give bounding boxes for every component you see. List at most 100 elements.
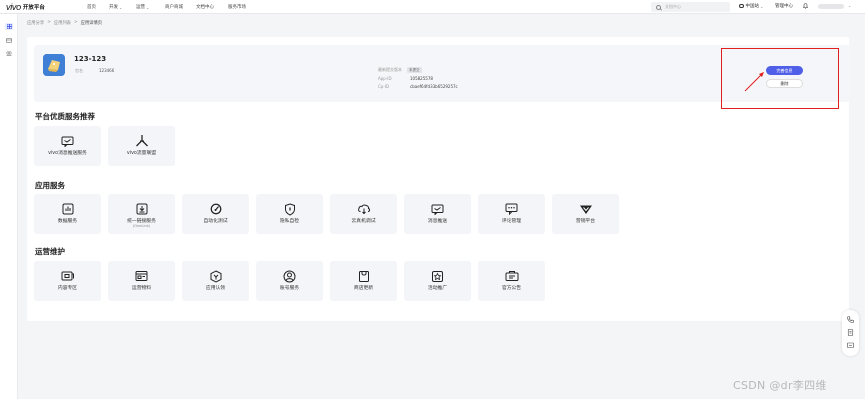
tile-label: 活动推广 (427, 286, 448, 291)
complete-info-button[interactable]: 完善信息 (766, 66, 803, 75)
tile-label: vivo消息推送服务 (48, 151, 87, 156)
chevron-down-icon: ⌄ (146, 4, 150, 10)
search-input[interactable]: 文档中心 (651, 2, 730, 12)
nav-label: 运营 (136, 5, 145, 10)
gauge-icon (209, 202, 223, 216)
nav-develop[interactable]: 开发 ⌄ (109, 4, 123, 11)
service-tile-marketing[interactable]: 营销平台 (552, 194, 619, 234)
left-rail (0, 14, 18, 399)
comment-icon (505, 202, 519, 216)
meta-key: App-ID (378, 75, 392, 81)
meta-row-version: 最新提交版本 未提交 (378, 66, 458, 74)
service-tile-comments[interactable]: 评论管理 (478, 194, 545, 234)
meta-row-cpid: Cp-ID cbaef64fd33b6529257c (378, 82, 458, 90)
package-value: 123466 (99, 68, 115, 73)
service-tile-claim[interactable]: 应用认领 (182, 261, 249, 301)
nav-label: 服务市场 (228, 5, 246, 10)
shield-check-icon (283, 202, 297, 216)
message-push-icon (431, 202, 445, 216)
service-tile-cloud-device[interactable]: 云真机调试 (330, 194, 397, 234)
tile-label: 消息推送 (427, 219, 448, 224)
app-meta: 最新提交版本 未提交 App-ID 105825578 Cp-ID cbaef6… (378, 66, 458, 90)
breadcrumb-current: 应用详情页 (80, 21, 103, 26)
content-zone-icon (61, 269, 75, 283)
nav-merchant[interactable]: 商户商城 (165, 4, 183, 10)
bell-icon[interactable] (803, 3, 808, 9)
tile-label: 运营物料 (131, 286, 152, 291)
breadcrumb-item[interactable]: 应用列表 (54, 20, 71, 26)
annotation-arrow (744, 72, 764, 92)
service-tile-autotest[interactable]: 自动化测试 (182, 194, 249, 234)
breadcrumb-separator: > (47, 20, 51, 25)
community-icon[interactable] (5, 50, 13, 57)
traffic-alliance-icon (135, 134, 149, 148)
meta-row-appid: App-ID 105825578 (378, 74, 458, 82)
nav-market[interactable]: 服务市场 (228, 4, 246, 10)
cloud-device-icon (357, 202, 371, 216)
service-tile-materials[interactable]: 运营物料 (108, 261, 175, 301)
search-icon (656, 4, 661, 10)
message-push-icon (61, 134, 75, 148)
vivo-logo[interactable]: vivo 开放平台 (6, 2, 86, 12)
section-title-recommended: 平台优质服务推荐 (35, 112, 95, 121)
tile-label: 隐私自检 (279, 219, 300, 224)
chevron-down-icon[interactable]: ⌄ (848, 3, 851, 8)
grid-icon[interactable] (5, 23, 13, 30)
meta-key: Cp-ID (378, 83, 390, 89)
document-icon[interactable] (847, 329, 854, 336)
tile-label: 数据服务 (57, 219, 78, 224)
account-icon (283, 269, 297, 283)
management-center-link[interactable]: 管理中心 (775, 3, 793, 9)
status-badge: 未提交 (407, 67, 422, 73)
service-tile-vivo-push[interactable]: vivo消息推送服务 (34, 126, 101, 166)
breadcrumb: 应用分享 > 应用列表 > 应用详情页 (27, 20, 102, 26)
region-selector[interactable]: 中国站 ⌄ (739, 3, 763, 9)
phone-icon[interactable] (847, 316, 854, 323)
user-avatar[interactable] (818, 4, 844, 9)
service-tile-onelink[interactable]: 统一链接服务 (OneLink) (108, 194, 175, 234)
store-update-icon (357, 269, 371, 283)
floating-toolbar (842, 310, 859, 356)
data-chart-icon (61, 202, 75, 216)
breadcrumb-separator: > (73, 20, 78, 25)
feedback-icon[interactable] (847, 342, 854, 349)
nav-label: 开发 (109, 5, 118, 10)
wallet-icon[interactable] (5, 37, 13, 44)
nav-docs[interactable]: 文档中心 (196, 4, 214, 10)
tile-label: 商店更新 (353, 286, 374, 291)
marketing-icon (579, 202, 593, 216)
service-tile-traffic-alliance[interactable]: vivo流量联盟 (108, 126, 175, 166)
service-tile-push[interactable]: 消息推送 (404, 194, 471, 234)
tile-label: 应用认领 (205, 286, 226, 291)
tile-label: vivo流量联盟 (126, 151, 157, 156)
tile-label: 内容专区 (57, 286, 78, 291)
tile-label: 自动化测试 (203, 219, 228, 224)
top-navbar: vivo 开放平台 首页 开发 ⌄ 运营 ⌄ 商户商城 文档中心 服务市场 文档中心… (0, 0, 865, 14)
service-tile-announcement[interactable]: 官方公告 (478, 261, 545, 301)
section-title-operations: 运营维护 (35, 247, 65, 256)
chevron-down-icon: ⌄ (119, 4, 123, 10)
nav-label: 首页 (87, 5, 96, 10)
announcement-icon (505, 269, 519, 283)
meta-value: cbaef64fd33b6529257c (410, 83, 458, 89)
service-tile-store-update[interactable]: 商店更新 (330, 261, 397, 301)
tile-label: 评论管理 (501, 219, 522, 224)
service-tile-data[interactable]: 数据服务 (34, 194, 101, 234)
download-link-icon (135, 202, 149, 216)
nav-label: 商户商城 (165, 5, 183, 10)
materials-icon (135, 269, 149, 283)
claim-icon (209, 269, 223, 283)
search-placeholder: 文档中心 (665, 4, 681, 9)
promotion-icon (431, 269, 445, 283)
delete-button[interactable]: 删除 (766, 79, 803, 88)
service-tile-promotion[interactable]: 活动推广 (404, 261, 471, 301)
app-name: 123-123 (74, 55, 107, 63)
service-tile-account[interactable]: 账号服务 (256, 261, 323, 301)
nav-operate[interactable]: 运营 ⌄ (136, 4, 150, 11)
app-icon (43, 54, 65, 76)
breadcrumb-item[interactable]: 应用分享 (27, 20, 44, 26)
nav-home[interactable]: 首页 (87, 4, 96, 10)
tile-label: 账号服务 (279, 286, 300, 291)
service-tile-content[interactable]: 内容专区 (34, 261, 101, 301)
service-tile-privacy[interactable]: 隐私自检 (256, 194, 323, 234)
